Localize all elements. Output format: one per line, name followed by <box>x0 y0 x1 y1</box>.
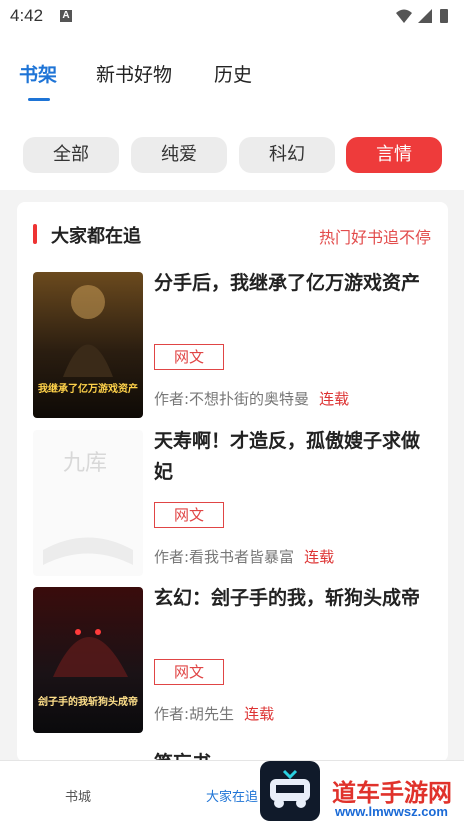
author-name: 作者:看我书者皆暴富 <box>154 548 295 566</box>
section-title: 大家都在追 <box>51 226 141 247</box>
status-icons <box>394 7 454 29</box>
category-chip-bl[interactable]: 纯爱 <box>131 137 227 173</box>
book-author: 作者:看我书者皆暴富 连载 <box>154 546 334 567</box>
book-cover[interactable]: 我继承了亿万游戏资产 <box>33 272 143 418</box>
book-status: 连载 <box>304 548 335 566</box>
watermark-logo-icon <box>260 761 320 821</box>
category-chip-romance[interactable]: 言情 <box>346 137 442 173</box>
book-item[interactable]: 我继承了亿万游戏资产 分手后，我继承了亿万游戏资产 网文 作者:不想扑街的奥特曼… <box>17 272 448 422</box>
watermark-text: 道车手游网 <box>332 779 452 807</box>
notification-badge-icon: A <box>60 10 72 22</box>
nav-popular[interactable]: 大家在追 <box>206 786 258 805</box>
status-bar: 4:42 A <box>0 0 464 32</box>
book-title[interactable]: 玄幻：刽子手的我，斩狗头成帝 <box>154 583 424 614</box>
book-cover[interactable]: 九库 <box>33 430 143 576</box>
battery-icon <box>440 9 448 23</box>
active-tab-indicator <box>28 98 50 101</box>
book-status: 连载 <box>319 390 350 408</box>
popular-section-card: 大家都在追 热门好书追不停 我继承了亿万游戏资产 分手后，我继承了亿万游戏资产 … <box>17 202 448 762</box>
section-more-link[interactable]: 热门好书追不停 <box>319 224 431 248</box>
category-chip-scifi[interactable]: 科幻 <box>239 137 335 173</box>
book-title[interactable]: 天寿啊！才造反，孤傲嫂子求做妃 <box>154 426 424 488</box>
book-status: 连载 <box>244 705 275 723</box>
book-item[interactable]: 刽子手的我斩狗头成帝 玄幻：刽子手的我，斩狗头成帝 网文 作者:胡先生 连载 <box>17 587 448 737</box>
book-tag: 网文 <box>154 344 224 370</box>
signal-icon <box>418 9 432 23</box>
author-name: 作者:胡先生 <box>154 705 235 723</box>
category-chip-all[interactable]: 全部 <box>23 137 119 173</box>
tab-history[interactable]: 历史 <box>214 60 252 87</box>
watermark-url: www.lmwwsz.com <box>335 804 448 819</box>
cover-3-title: 刽子手的我斩狗头成帝 <box>38 695 138 708</box>
section-marker <box>33 224 37 244</box>
nav-bookstore[interactable]: 书城 <box>65 786 91 805</box>
author-name: 作者:不想扑街的奥特曼 <box>154 390 310 408</box>
book-tag: 网文 <box>154 502 224 528</box>
cover-2-logo: 九库 <box>63 451 107 476</box>
cover-1-title: 我继承了亿万游戏资产 <box>38 382 138 395</box>
book-author: 作者:不想扑街的奥特曼 连载 <box>154 388 349 409</box>
book-title[interactable]: 分手后，我继承了亿万游戏资产 <box>154 268 424 299</box>
wifi-icon <box>396 9 412 23</box>
bottom-navigation: 书城 大家在追 我的 道车手游网 www.lmwwsz.com <box>0 760 464 825</box>
book-item[interactable]: 九库 天寿啊！才造反，孤傲嫂子求做妃 网文 作者:看我书者皆暴富 连载 <box>17 430 448 580</box>
book-tag: 网文 <box>154 659 224 685</box>
status-time: 4:42 <box>10 6 44 25</box>
book-author: 作者:胡先生 连载 <box>154 703 274 724</box>
tab-new-books[interactable]: 新书好物 <box>96 60 172 87</box>
book-cover[interactable]: 刽子手的我斩狗头成帝 <box>33 587 143 733</box>
tab-bookshelf[interactable]: 书架 <box>19 60 57 87</box>
header: 书架 新书好物 历史 全部 纯爱 科幻 言情 <box>0 32 464 190</box>
